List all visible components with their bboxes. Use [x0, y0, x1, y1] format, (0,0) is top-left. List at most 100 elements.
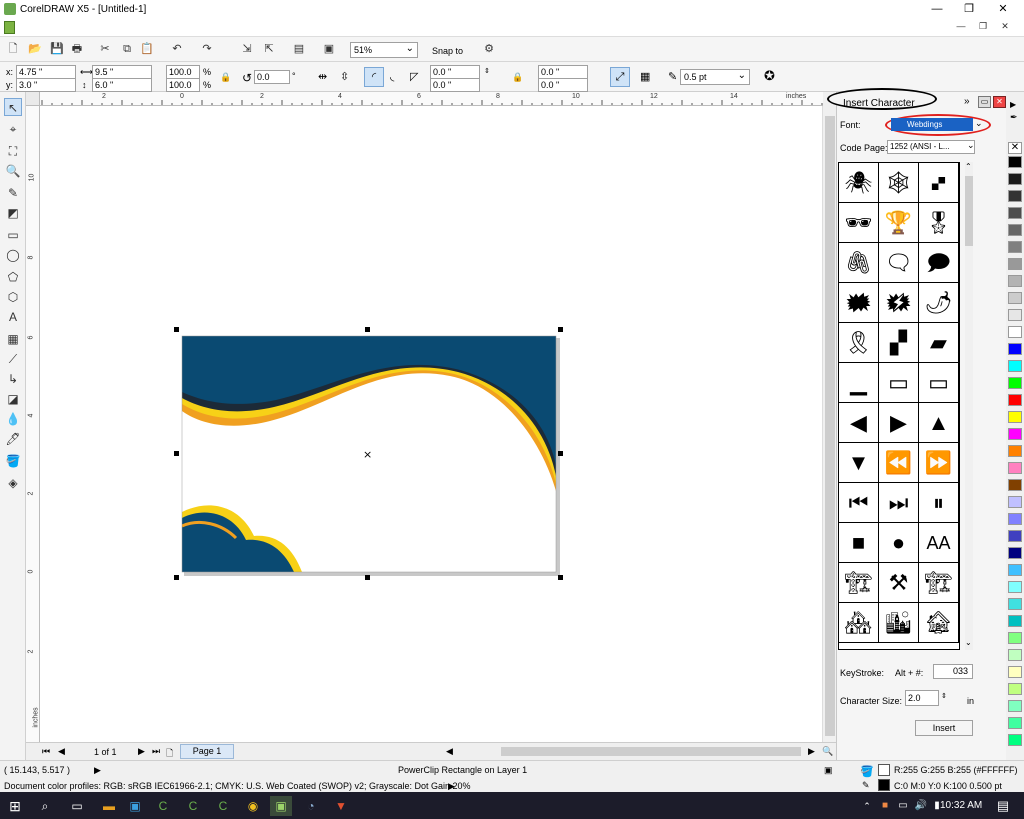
convert-to-curves-icon[interactable]: ✪: [764, 68, 775, 84]
polygon-tool-icon[interactable]: ⬠: [4, 268, 22, 286]
corner-spinner-icon[interactable]: ⇕: [484, 67, 490, 75]
color-swatch[interactable]: [1008, 462, 1022, 474]
options-icon[interactable]: ⚙: [482, 42, 496, 56]
glyph-cell[interactable]: ◀: [839, 403, 879, 443]
smart-fill-icon[interactable]: ◩: [4, 204, 22, 222]
ellipse-tool-icon[interactable]: ◯: [4, 246, 22, 264]
glyph-cell[interactable]: ▭: [919, 363, 959, 403]
clock[interactable]: 10:32 AM: [940, 800, 982, 811]
eyedropper-icon[interactable]: ✒: [1010, 112, 1018, 123]
vertical-ruler[interactable]: 10 8 6 4 2 0 2 inches: [26, 106, 40, 742]
notifications-icon[interactable]: ▤: [992, 796, 1014, 816]
color-swatch[interactable]: [1008, 700, 1022, 712]
color-swatch[interactable]: [1008, 207, 1022, 219]
glyph-cell[interactable]: ▞: [879, 323, 919, 363]
font-select[interactable]: Webdings: [891, 118, 973, 131]
pick-tool-icon[interactable]: ↖: [4, 98, 22, 116]
dimension-tool-icon[interactable]: ⟋: [4, 350, 22, 368]
glyph-cell[interactable]: 🏙: [879, 603, 919, 643]
windows-start-icon[interactable]: ⊞: [4, 796, 26, 816]
previous-page-icon[interactable]: ◀: [58, 746, 65, 757]
minimize-button[interactable]: —: [920, 0, 954, 19]
color-swatch[interactable]: [1008, 275, 1022, 287]
character-size-field[interactable]: 2.0: [905, 690, 939, 706]
glyph-cell[interactable]: 🏗: [839, 563, 879, 603]
color-swatch[interactable]: [1008, 309, 1022, 321]
color-swatch[interactable]: [1008, 564, 1022, 576]
zoom-tool-icon[interactable]: 🔍: [4, 162, 22, 180]
color-swatch[interactable]: [1008, 292, 1022, 304]
color-swatch[interactable]: [1008, 615, 1022, 627]
document-icon[interactable]: [4, 21, 15, 34]
font-dropdown-icon[interactable]: ⌄: [975, 118, 983, 129]
glyph-scrollbar[interactable]: ⌃ ⌄: [965, 162, 973, 650]
copy-icon[interactable]: ⧉: [120, 42, 134, 56]
keystroke-field[interactable]: 033: [933, 664, 973, 679]
glyph-cell[interactable]: 🙾: [919, 163, 959, 203]
color-swatch[interactable]: [1008, 717, 1022, 729]
crop-tool-icon[interactable]: ⛶: [4, 142, 22, 160]
color-swatch[interactable]: [1008, 258, 1022, 270]
corel-connect-icon[interactable]: C: [212, 796, 234, 816]
color-swatch[interactable]: [1008, 496, 1022, 508]
code-page-dropdown-icon[interactable]: ⌄: [967, 140, 975, 151]
glyph-cell[interactable]: ⏪: [879, 443, 919, 483]
color-swatch[interactable]: [1008, 411, 1022, 423]
basic-shapes-icon[interactable]: ⬡: [4, 288, 22, 306]
business-card-artwork[interactable]: ×: [40, 106, 822, 742]
glyph-cell[interactable]: ▲: [919, 403, 959, 443]
color-swatch[interactable]: [1008, 530, 1022, 542]
first-page-icon[interactable]: ⏮: [42, 746, 50, 757]
glyph-cell[interactable]: 🗩: [919, 243, 959, 283]
color-swatch[interactable]: [1008, 666, 1022, 678]
glyph-scrollbar-thumb[interactable]: [965, 176, 973, 246]
corel-capture-icon[interactable]: C: [182, 796, 204, 816]
export-icon[interactable]: ⇱: [262, 42, 276, 56]
zoom-level-select[interactable]: 51%: [350, 42, 418, 58]
last-page-icon[interactable]: ⏭: [152, 746, 160, 757]
snap-to-button[interactable]: Snap to: [432, 46, 463, 56]
glyph-cell[interactable]: 🕸: [879, 163, 919, 203]
color-swatch[interactable]: [1008, 581, 1022, 593]
scrollbar-thumb[interactable]: [825, 116, 835, 736]
status-arrow-icon[interactable]: ▶: [94, 765, 101, 776]
glyph-scroll-up-icon[interactable]: ⌃: [965, 162, 972, 171]
glyph-cell[interactable]: ●: [879, 523, 919, 563]
vertical-scrollbar[interactable]: [822, 106, 836, 742]
width-field[interactable]: 9.5 ": [92, 65, 152, 79]
color-swatch[interactable]: [1008, 377, 1022, 389]
next-page-icon[interactable]: ▶: [138, 746, 145, 757]
outline-color-swatch[interactable]: [878, 779, 890, 791]
zoom-nav-icon[interactable]: 🔍: [822, 746, 833, 757]
connector-tool-icon[interactable]: ↳: [4, 370, 22, 388]
rotation-center-marker[interactable]: ×: [363, 448, 372, 461]
glyph-cell[interactable]: 🗨: [879, 243, 919, 283]
fill-color-swatch[interactable]: [878, 764, 890, 776]
scalloped-corner-icon[interactable]: ◟: [390, 70, 394, 83]
color-swatch[interactable]: [1008, 224, 1022, 236]
doc-restore-button[interactable]: ❐: [972, 21, 994, 35]
glyph-cell[interactable]: ■: [839, 523, 879, 563]
scroll-left-icon[interactable]: ◀: [446, 746, 453, 757]
task-view-icon[interactable]: ▭: [66, 796, 88, 816]
glyph-cell[interactable]: ▼: [839, 443, 879, 483]
x-position-field[interactable]: 4.75 ": [16, 65, 76, 79]
glyph-cell[interactable]: 🌶: [919, 283, 959, 323]
interactive-fill-icon[interactable]: ◈: [4, 474, 22, 492]
corner-radius-bottom-right[interactable]: 0.0 ": [538, 78, 588, 92]
glyph-scroll-down-icon[interactable]: ⌄: [965, 638, 972, 647]
close-button[interactable]: ✕: [986, 0, 1020, 19]
color-swatch[interactable]: [1008, 734, 1022, 746]
rotation-angle-field[interactable]: 0.0: [254, 70, 290, 84]
snap-status-icon[interactable]: ▣: [824, 765, 833, 776]
freehand-tool-icon[interactable]: ✎: [4, 184, 22, 202]
app-taskbar-icon[interactable]: ▼: [330, 796, 352, 816]
app-launcher-icon[interactable]: ▤: [292, 42, 306, 56]
chamfered-corner-icon[interactable]: ◸: [410, 70, 418, 83]
y-position-field[interactable]: 3.0 ": [16, 78, 76, 92]
mirror-vertical-icon[interactable]: ⇳: [340, 70, 349, 83]
new-document-icon[interactable]: 🗋: [6, 42, 20, 56]
expand-docker-icon[interactable]: »: [964, 96, 970, 107]
undo-icon[interactable]: ↶: [170, 42, 184, 56]
color-swatch[interactable]: [1008, 326, 1022, 338]
